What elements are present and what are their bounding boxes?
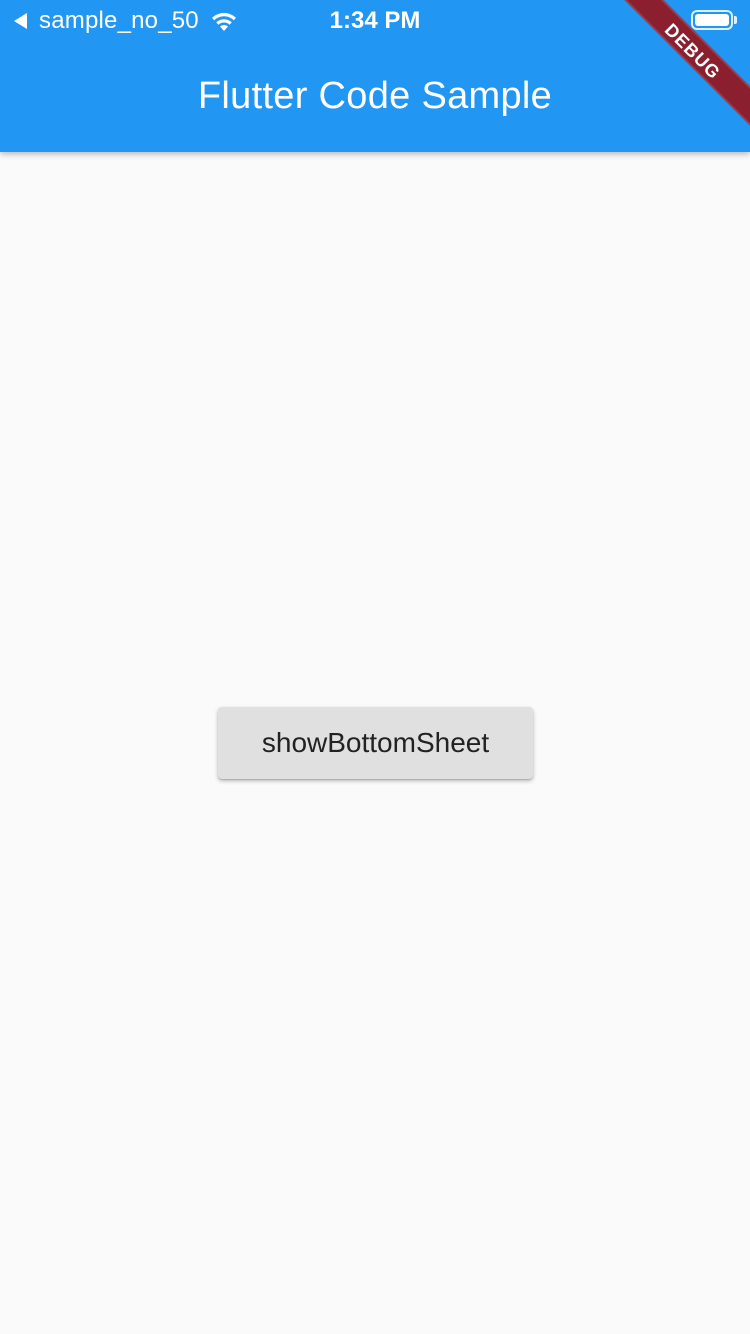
battery-icon [691,10,733,30]
app-bar: sample_no_50 1:34 PM Flutter Code Sample… [0,0,750,152]
battery-level [695,14,729,26]
main-content: showBottomSheet [0,152,750,1334]
battery-cap [734,16,737,24]
show-bottom-sheet-button[interactable]: showBottomSheet [218,707,533,779]
page-title: Flutter Code Sample [197,75,553,117]
